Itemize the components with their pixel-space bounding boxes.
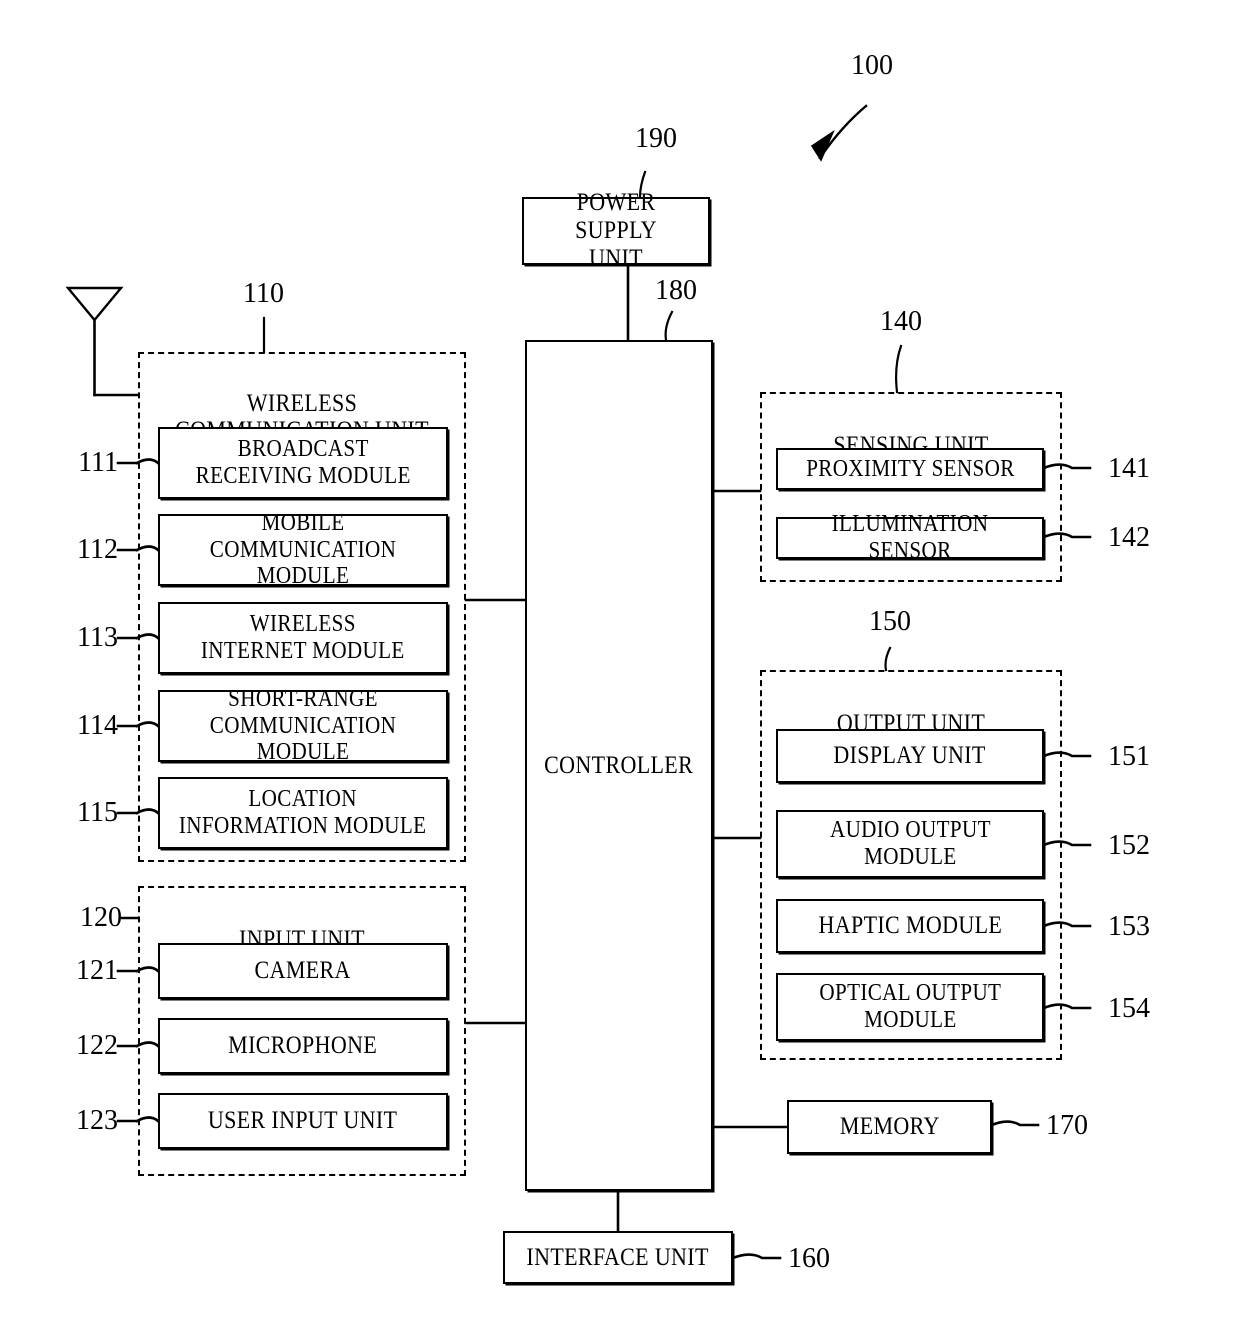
ref-100: 100: [851, 50, 893, 81]
leader-160: [731, 1253, 782, 1260]
display-unit-block[interactable]: DISPLAY UNIT: [776, 729, 1044, 783]
camera-block[interactable]: CAMERA: [158, 943, 448, 999]
proximity-sensor-block[interactable]: PROXIMITY SENSOR: [776, 448, 1044, 490]
haptic-module-block[interactable]: HAPTIC MODULE: [776, 899, 1044, 953]
ref-123: 123: [76, 1105, 118, 1136]
ref-112: 112: [77, 534, 118, 565]
wireless-internet-module-block[interactable]: WIRELESS INTERNET MODULE: [158, 602, 448, 674]
leader-170: [990, 1120, 1040, 1127]
haptic-module-label: HAPTIC MODULE: [818, 912, 1002, 939]
ref-111: 111: [78, 447, 118, 478]
ref-140: 140: [880, 306, 922, 337]
ref-180: 180: [655, 275, 697, 306]
ref-152: 152: [1108, 830, 1150, 861]
short-range-communication-module-block[interactable]: SHORT-RANGE COMMUNICATION MODULE: [158, 686, 448, 765]
location-information-module-label: LOCATION INFORMATION MODULE: [179, 786, 427, 839]
camera-label: CAMERA: [254, 957, 352, 984]
antenna-icon: [65, 286, 140, 397]
broadcast-receiving-module-block[interactable]: BROADCAST RECEIVING MODULE: [158, 427, 448, 499]
ref-150: 150: [869, 606, 911, 637]
controller-block[interactable]: CONTROLLER: [525, 340, 713, 1191]
leader-arrow-icon: [818, 104, 868, 160]
audio-output-module-label: AUDIO OUTPUT MODULE: [829, 817, 991, 870]
ref-190: 190: [635, 123, 677, 154]
ref-113: 113: [77, 622, 118, 653]
ref-154: 154: [1108, 993, 1150, 1024]
short-range-communication-module-label: SHORT-RANGE COMMUNICATION MODULE: [209, 685, 397, 766]
illumination-sensor-block[interactable]: ILLUMINATION SENSOR: [776, 511, 1044, 564]
audio-output-module-block[interactable]: AUDIO OUTPUT MODULE: [776, 810, 1044, 878]
user-input-unit-label: USER INPUT UNIT: [208, 1107, 398, 1134]
mobile-communication-module-block[interactable]: MOBILE COMMUNICATION MODULE: [158, 510, 448, 589]
optical-output-module-block[interactable]: OPTICAL OUTPUT MODULE: [776, 973, 1044, 1041]
ref-122: 122: [76, 1030, 118, 1061]
microphone-label: MICROPHONE: [228, 1032, 378, 1059]
patent-figure: 100 190 POWER SUPPLY UNIT 180 CONTROLLER…: [0, 0, 1240, 1341]
ref-151: 151: [1108, 741, 1150, 772]
ref-160: 160: [788, 1243, 830, 1274]
user-input-unit-block[interactable]: USER INPUT UNIT: [158, 1093, 448, 1149]
controller-label: CONTROLLER: [544, 751, 694, 779]
ref-170: 170: [1046, 1110, 1088, 1141]
microphone-block[interactable]: MICROPHONE: [158, 1018, 448, 1074]
ref-153: 153: [1108, 911, 1150, 942]
broadcast-receiving-module-label: BROADCAST RECEIVING MODULE: [195, 436, 411, 489]
ref-120: 120: [80, 902, 122, 933]
power-supply-unit-label: POWER SUPPLY UNIT: [575, 189, 657, 272]
optical-output-module-label: OPTICAL OUTPUT MODULE: [819, 980, 1001, 1033]
ref-121: 121: [76, 955, 118, 986]
ref-115: 115: [77, 797, 118, 828]
memory-block[interactable]: MEMORY: [787, 1100, 992, 1154]
leader-180: [664, 310, 674, 342]
leader-140: [895, 344, 903, 394]
interface-unit-label: INTERFACE UNIT: [526, 1243, 710, 1271]
ref-142: 142: [1108, 522, 1150, 553]
mobile-communication-module-label: MOBILE COMMUNICATION MODULE: [209, 509, 397, 590]
illumination-sensor-label: ILLUMINATION SENSOR: [831, 511, 989, 564]
leader-150: [884, 646, 892, 672]
wireless-internet-module-label: WIRELESS INTERNET MODULE: [201, 611, 405, 664]
display-unit-label: DISPLAY UNIT: [833, 742, 987, 769]
power-supply-unit-block[interactable]: POWER SUPPLY UNIT: [522, 189, 710, 272]
interface-unit-block[interactable]: INTERFACE UNIT: [503, 1231, 733, 1284]
ref-141: 141: [1108, 453, 1150, 484]
ref-110: 110: [243, 278, 284, 309]
ref-114: 114: [77, 710, 118, 741]
proximity-sensor-label: PROXIMITY SENSOR: [805, 455, 1015, 482]
memory-label: MEMORY: [839, 1113, 940, 1140]
location-information-module-block[interactable]: LOCATION INFORMATION MODULE: [158, 777, 448, 849]
